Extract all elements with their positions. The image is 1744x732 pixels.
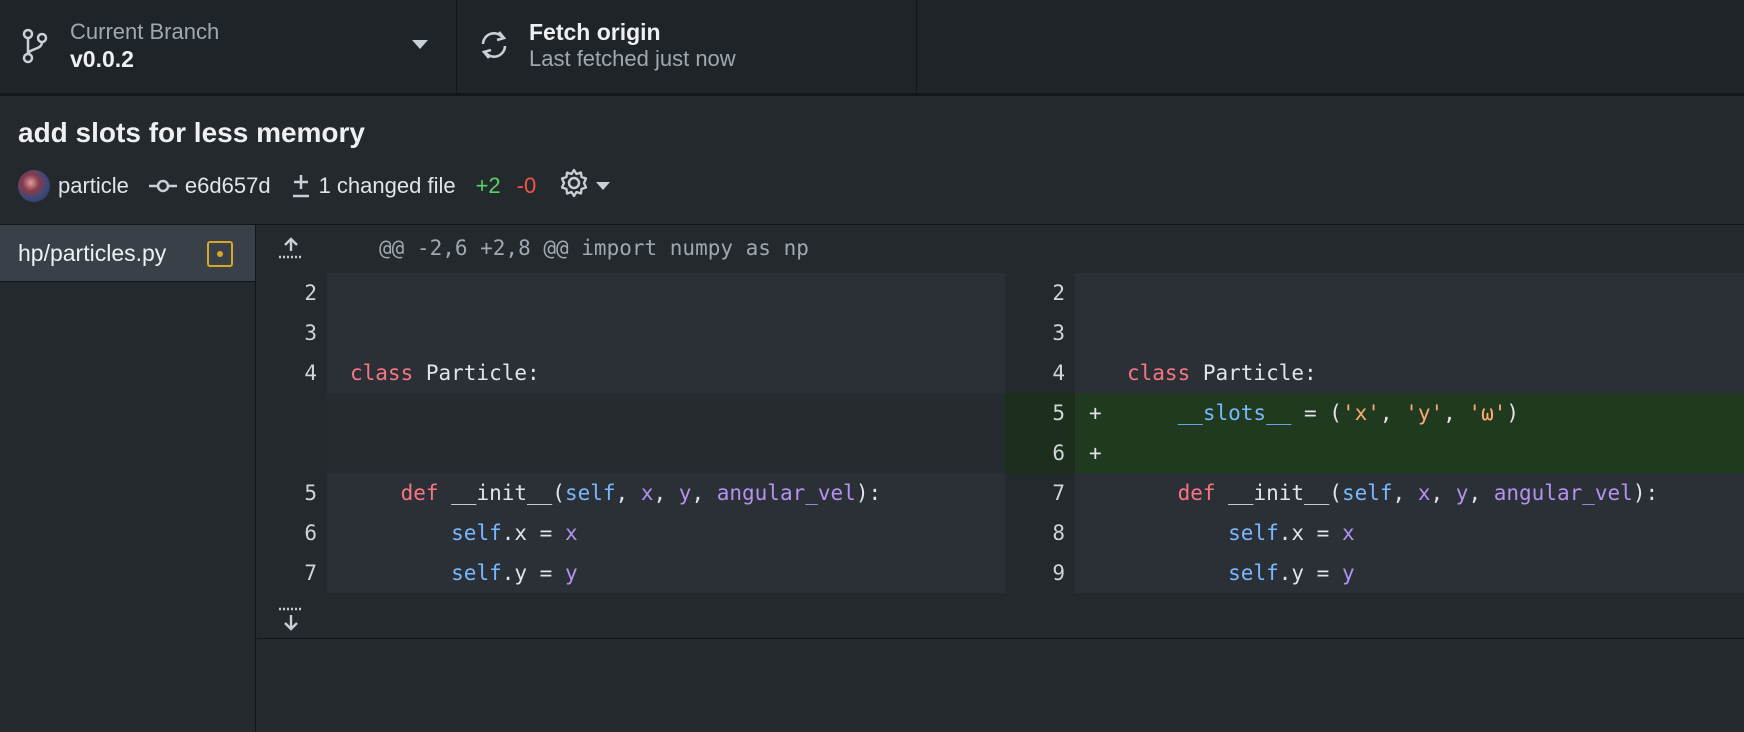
old-line-code: def __init__(self, x, y, angular_vel):	[327, 473, 1005, 513]
fetch-title: Fetch origin	[529, 19, 661, 45]
new-line-code	[1075, 273, 1744, 313]
diff-row: 4 class Particle: 4 class Particle:	[257, 353, 1744, 393]
diff-row: 6 self.x = x 8 self.x = x	[257, 513, 1744, 553]
old-line-code: self.y = y	[327, 553, 1005, 593]
deletions-count: -0	[516, 173, 537, 198]
git-branch-icon	[20, 28, 48, 64]
fetch-status: Last fetched just now	[529, 46, 736, 71]
new-line-number: 2	[1005, 273, 1075, 313]
new-line-code: class Particle:	[1075, 353, 1744, 393]
branch-name: v0.0.2	[70, 46, 134, 72]
new-line-code: self.x = x	[1075, 513, 1744, 553]
old-line-number: 4	[257, 353, 327, 393]
file-list-item[interactable]: hp/particles.py	[0, 225, 255, 282]
new-line-number: 5	[1005, 393, 1075, 433]
old-line-code	[327, 433, 1005, 473]
file-modified-icon	[207, 241, 233, 267]
git-commit-icon	[148, 176, 177, 196]
new-line-number: 4	[1005, 353, 1075, 393]
diff-rows: 2 2 3 3 4 class Particle: 4 class Partic…	[257, 273, 1744, 593]
commit-title: add slots for less memory	[18, 117, 366, 148]
diff-row-added: 6 +	[257, 433, 1744, 473]
old-line-number: 2	[257, 273, 327, 313]
old-line-code: self.x = x	[327, 513, 1005, 553]
chevron-down-icon	[412, 40, 428, 49]
additions-count: +2	[475, 173, 501, 198]
diff-row-added: 5 + __slots__ = ('x', 'y', 'ω')	[257, 393, 1744, 433]
gear-icon	[558, 167, 590, 205]
new-line-number: 8	[1005, 513, 1075, 553]
added-line-marker: +	[1089, 401, 1102, 425]
new-line-code: +	[1075, 433, 1744, 473]
new-line-code: + __slots__ = ('x', 'y', 'ω')	[1075, 393, 1744, 433]
diff-row: 5 def __init__(self, x, y, angular_vel):…	[257, 473, 1744, 513]
old-line-number: 3	[257, 313, 327, 353]
avatar	[18, 170, 50, 202]
hunk-header: @@ -2,6 +2,8 @@ import numpy as np	[257, 225, 1744, 273]
diff-view: @@ -2,6 +2,8 @@ import numpy as np 2 2 3…	[257, 225, 1744, 732]
commit-sha-text: e6d657d	[184, 173, 271, 198]
old-line-code: class Particle:	[327, 353, 1005, 393]
added-line-marker: +	[1089, 441, 1102, 465]
old-line-number: 7	[257, 553, 327, 593]
new-line-number: 6	[1005, 433, 1075, 473]
old-line-number	[257, 433, 327, 473]
hunk-header-text: @@ -2,6 +2,8 @@ import numpy as np	[379, 236, 809, 260]
commit-sha[interactable]: e6d657d	[148, 173, 271, 199]
diff-row: 3 3	[257, 313, 1744, 353]
commit-meta: particle e6d657d 1 changed file +2 -0	[18, 167, 611, 205]
branch-label: Current Branch	[70, 19, 220, 44]
new-line-code	[1075, 313, 1744, 353]
new-line-number: 9	[1005, 553, 1075, 593]
new-line-code: def __init__(self, x, y, angular_vel):	[1075, 473, 1744, 513]
changed-files-list: hp/particles.py	[0, 225, 256, 732]
diff-row: 7 self.y = y 9 self.y = y	[257, 553, 1744, 593]
file-diff-icon	[291, 173, 311, 199]
changed-files: 1 changed file	[291, 173, 456, 199]
old-line-code	[327, 393, 1005, 433]
expand-down-icon[interactable]	[277, 605, 305, 638]
new-line-code: self.y = y	[1075, 553, 1744, 593]
new-line-number: 7	[1005, 473, 1075, 513]
old-line-code	[327, 313, 1005, 353]
divider	[257, 638, 1744, 639]
fetch-origin-button[interactable]: Fetch origin Last fetched just now	[457, 0, 917, 93]
new-line-number: 3	[1005, 313, 1075, 353]
old-line-code	[327, 273, 1005, 313]
expand-up-icon[interactable]	[277, 235, 305, 268]
diff-row: 2 2	[257, 273, 1744, 313]
current-branch-button[interactable]: Current Branch v0.0.2	[0, 0, 457, 93]
diff-settings-button[interactable]	[558, 167, 611, 205]
sync-icon	[477, 28, 511, 62]
commit-author: particle	[58, 173, 129, 198]
file-path: hp/particles.py	[18, 239, 167, 266]
old-line-number: 5	[257, 473, 327, 513]
old-line-number	[257, 393, 327, 433]
old-line-number: 6	[257, 513, 327, 553]
chevron-down-icon	[596, 182, 611, 190]
commit-summary: add slots for less memory particle e6d65…	[0, 99, 1744, 225]
changed-files-text: 1 changed file	[318, 173, 456, 198]
toolbar: Current Branch v0.0.2 Fetch origin Last …	[0, 0, 1744, 96]
